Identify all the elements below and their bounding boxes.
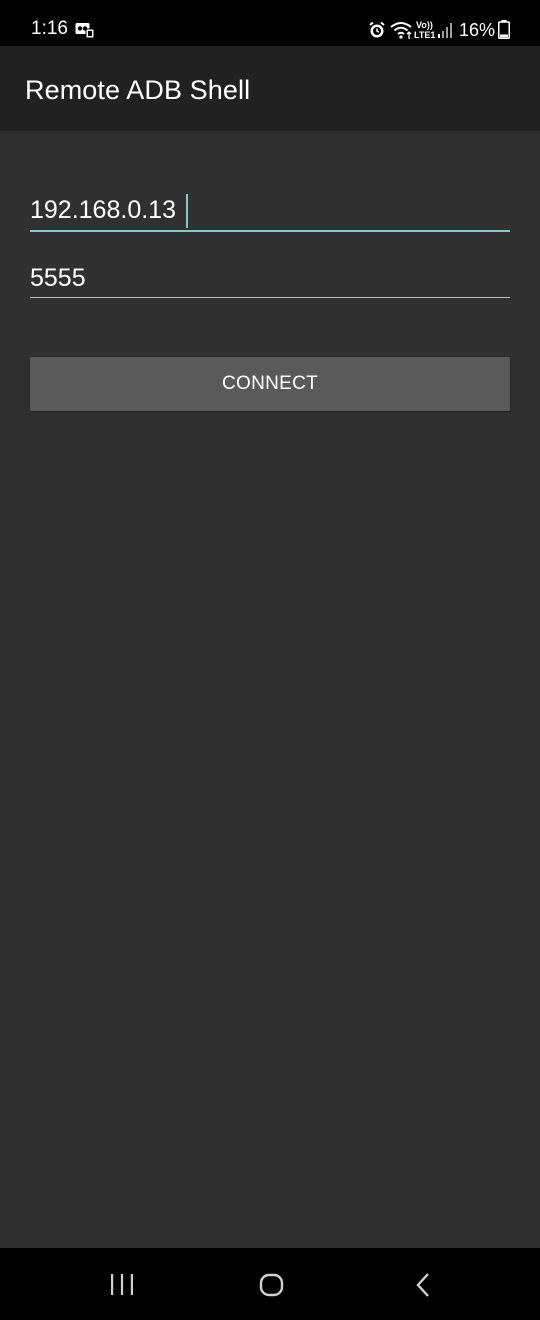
volte-label-bottom: LTE1 bbox=[414, 30, 436, 40]
port-field-underline bbox=[30, 297, 510, 298]
volte-label-top: Vo)) bbox=[416, 20, 433, 30]
wifi-icon bbox=[390, 22, 412, 39]
recent-apps-icon[interactable] bbox=[108, 1272, 136, 1298]
back-icon[interactable] bbox=[412, 1272, 436, 1298]
notification-icon bbox=[75, 23, 95, 39]
app-bar: Remote ADB Shell bbox=[0, 46, 540, 131]
alarm-icon bbox=[369, 21, 385, 38]
battery-percent: 16% bbox=[459, 20, 496, 40]
connect-button[interactable]: CONNECT bbox=[30, 357, 510, 411]
ip-address-input[interactable] bbox=[30, 192, 510, 228]
signal-icon bbox=[438, 23, 452, 38]
volte-icon: Vo)) LTE1 bbox=[414, 20, 436, 42]
home-icon[interactable] bbox=[258, 1272, 286, 1298]
port-input[interactable] bbox=[30, 260, 510, 296]
ip-field-underline bbox=[30, 230, 510, 232]
text-caret bbox=[186, 194, 188, 228]
status-time: 1:16 bbox=[31, 18, 68, 39]
status-bar: 1:16 Vo)) LTE1 16% bbox=[0, 0, 540, 46]
screen: 1:16 Vo)) LTE1 16% Remote ADB Shell 192.… bbox=[0, 0, 540, 1320]
ip-address-field[interactable] bbox=[30, 192, 510, 234]
app-title: Remote ADB Shell bbox=[25, 75, 251, 105]
navigation-bar bbox=[0, 1248, 540, 1320]
port-field[interactable] bbox=[30, 260, 510, 300]
battery-icon bbox=[498, 20, 510, 39]
